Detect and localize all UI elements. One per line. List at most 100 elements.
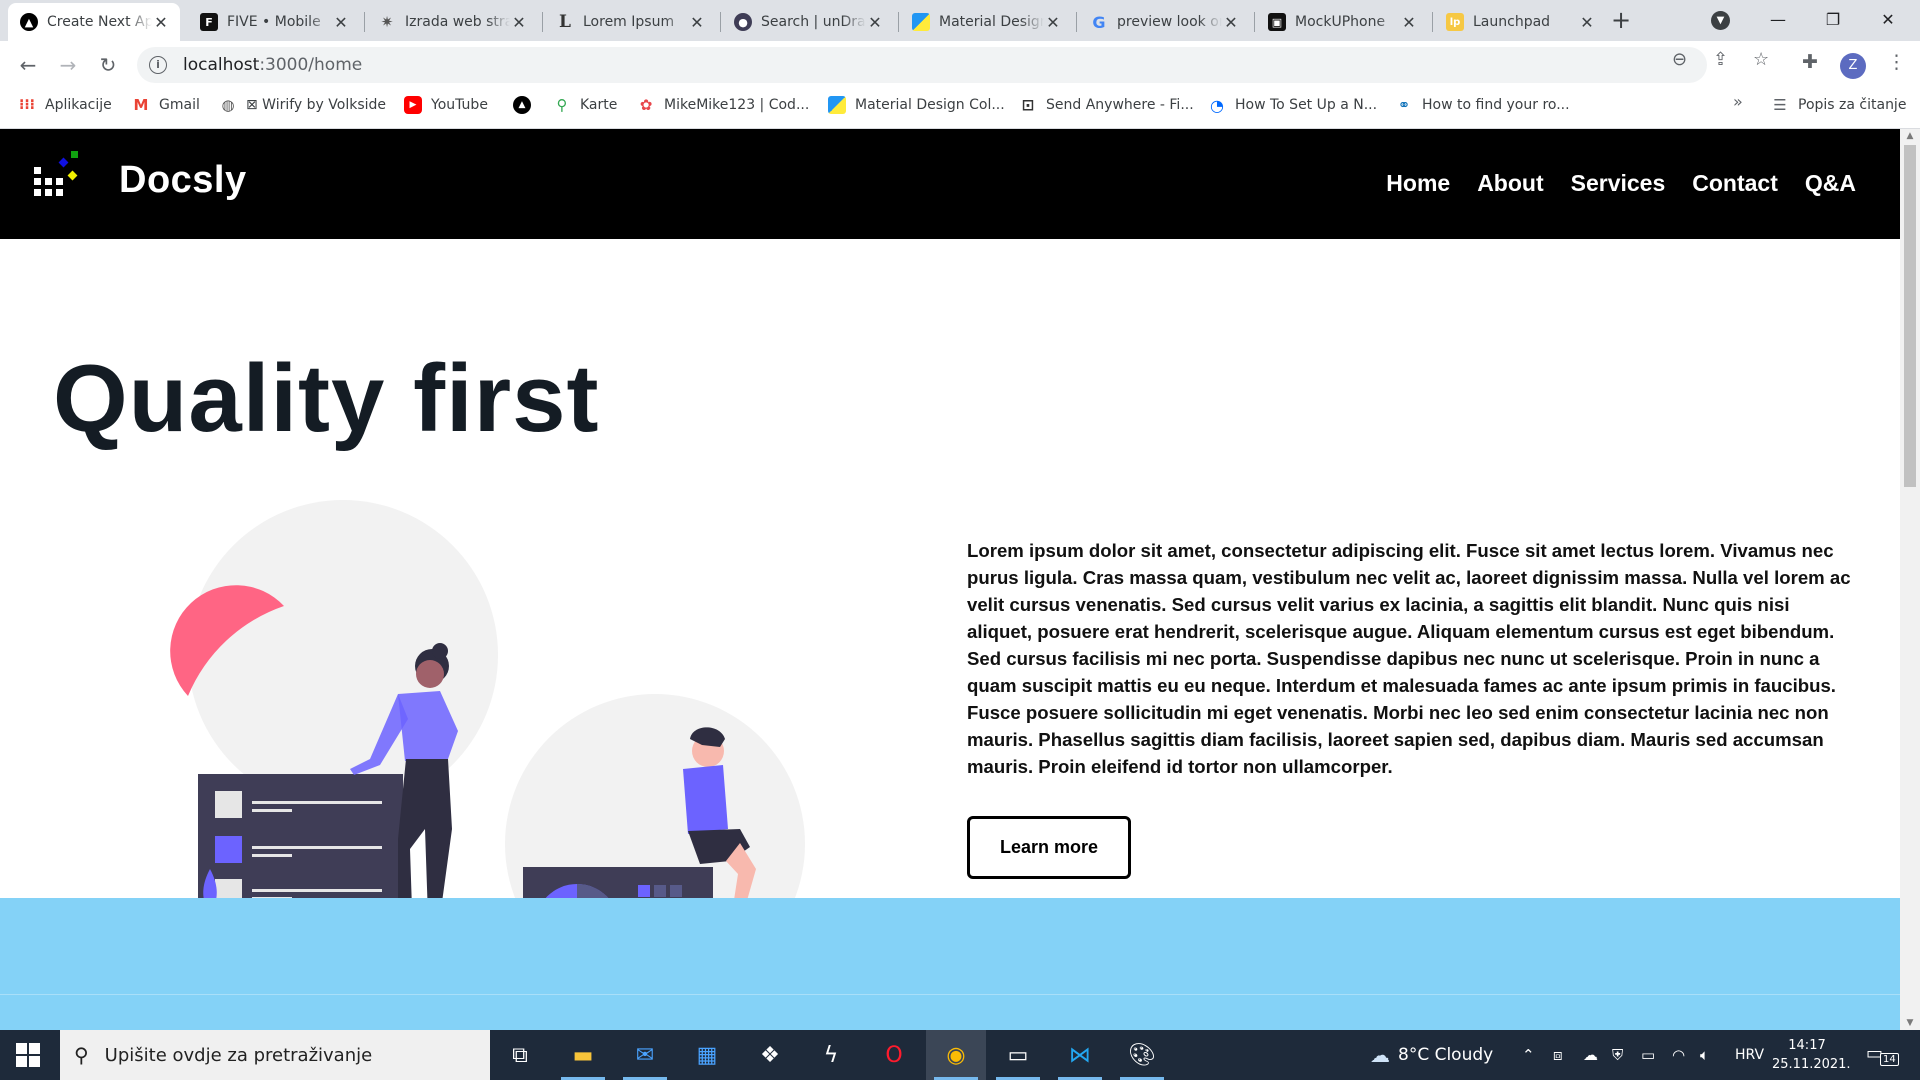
address-bar[interactable]: i localhost:3000/home [137,47,1707,83]
task-view-icon[interactable]: ⧉ [490,1030,550,1080]
close-icon[interactable]: ✕ [688,13,706,32]
window-close-icon[interactable]: ✕ [1865,6,1911,34]
nav-link-home[interactable]: Home [1386,170,1450,197]
bookmark-material-colors[interactable]: Material Design Col... [828,89,1005,121]
tab-five-mobile[interactable]: F FIVE • Mobile ✕ [188,3,360,41]
windows-start-icon[interactable] [16,1043,40,1067]
bookmark-aplikacije[interactable]: ⁝⁝⁝ Aplikacije [18,89,112,121]
battery-icon[interactable]: ▭ [1641,1030,1655,1080]
close-icon[interactable]: ✕ [1044,13,1062,32]
bookmark-karte[interactable]: ⚲ Karte [553,89,618,121]
reading-list[interactable]: ☰ Popis za čitanje [1771,89,1906,121]
mockuphone-icon: ▣ [1268,13,1286,31]
clock-date: 25.11.2021. [1772,1057,1851,1072]
volume-icon[interactable]: 🔈︎ [1700,1030,1709,1080]
tab-search-chevron-icon[interactable]: ▼ [1711,11,1730,30]
bookmark-star-icon[interactable]: ☆ [1753,49,1769,70]
taskbar-search-box[interactable]: ⚲ Upišite ovdje za pretraživanje [60,1030,490,1080]
nav-link-qa[interactable]: Q&A [1805,170,1856,197]
microsoft-store-icon[interactable]: ▦ [677,1030,737,1080]
bookmark-digitalocean[interactable]: ◔ How To Set Up a N... [1208,89,1377,121]
wifi-icon[interactable]: ◠ [1672,1030,1685,1080]
file-explorer-icon[interactable]: ▬ [553,1030,613,1080]
search-icon: ⚲ [74,1043,89,1067]
profile-avatar[interactable]: Z [1840,53,1866,79]
tab-lorem-ipsum[interactable]: L Lorem Ipsum ✕ [544,3,716,41]
learn-more-button[interactable]: Learn more [967,816,1131,879]
reload-icon[interactable]: ↻ [94,51,122,79]
language-indicator[interactable]: HRV [1735,1030,1764,1080]
bookmark-send-anywhere[interactable]: ⊡ Send Anywhere - Fi... [1019,89,1194,121]
tab-separator [1076,12,1077,32]
site-nav-links: Home About Services Contact Q&A [1386,170,1856,197]
bookmark-label: Gmail [159,97,200,113]
new-tab-plus-icon[interactable]: + [1611,6,1631,34]
docsly-logo-icon[interactable] [34,151,94,211]
gmail-icon: M [133,96,149,114]
notification-center-icon[interactable]: ▭ 14 [1866,1043,1899,1067]
dropbox-icon[interactable]: ❖ [740,1030,800,1080]
restore-icon[interactable]: ❐ [1810,6,1856,34]
menu-kebab-icon[interactable]: ⋮ [1887,51,1906,73]
clock-time: 14:17 [1788,1038,1826,1053]
tab-material-design[interactable]: Material Design ✕ [900,3,1072,41]
extensions-puzzle-icon[interactable]: ✚ [1802,51,1818,73]
opera-icon[interactable]: O [864,1030,924,1080]
close-icon[interactable]: ✕ [152,13,170,32]
meet-now-icon[interactable]: ⧈ [1553,1030,1563,1080]
zoom-icon[interactable]: ⊖ [1672,49,1687,70]
scroll-down-arrow-icon[interactable]: ▼ [1900,1018,1920,1028]
nav-link-about[interactable]: About [1477,170,1543,197]
share-icon[interactable]: ⇪ [1713,49,1728,70]
terminal-icon[interactable]: ▭ [988,1030,1048,1080]
minimize-icon[interactable]: — [1755,6,1801,34]
taskbar-clock[interactable]: 14:17 25.11.2021. [1772,1036,1851,1074]
weather-widget[interactable]: ☁ 8°C Cloudy [1370,1030,1493,1080]
bookmark-mikemike[interactable]: ✿ MikeMike123 | Cod... [637,89,810,121]
forward-arrow-icon[interactable]: → [54,51,82,79]
security-icon[interactable]: ⛨ [1612,1030,1623,1080]
chrome-icon[interactable]: ◉ [926,1030,986,1080]
tab-separator [720,12,721,32]
bookmark-nextjs[interactable]: ▲ [513,89,540,121]
tab-mockuphone[interactable]: ▣ MockUPhone ✕ [1256,3,1428,41]
tab-separator [898,12,899,32]
close-icon[interactable]: ✕ [510,13,528,32]
taskbar-search-placeholder: Upišite ovdje za pretraživanje [104,1044,373,1066]
vscode-icon[interactable]: ⋈ [1050,1030,1110,1080]
weather-text: 8°C Cloudy [1398,1045,1494,1065]
page-scrollbar[interactable]: ▲ ▼ [1900,129,1920,1030]
site-brand[interactable]: Docsly [119,159,247,202]
tab-launchpad[interactable]: lp Launchpad ✕ [1434,3,1606,41]
url-host: localhost [183,55,260,75]
lightning-app-icon[interactable]: ϟ [801,1030,861,1080]
tray-overflow-chevron-icon[interactable]: ⌃ [1522,1030,1535,1080]
nav-link-services[interactable]: Services [1571,170,1666,197]
tab-create-next-app[interactable]: ▲ Create Next App ✕ [8,3,180,41]
bookmark-label: How to find your ro... [1422,97,1570,113]
close-icon[interactable]: ✕ [1578,13,1596,32]
paint-icon[interactable]: 🎨︎ [1112,1030,1172,1080]
tab-google-search[interactable]: G preview look on ✕ [1078,3,1250,41]
scroll-up-arrow-icon[interactable]: ▲ [1900,131,1920,141]
onedrive-error-icon[interactable]: ☁ [1583,1030,1598,1080]
close-icon[interactable]: ✕ [332,13,350,32]
bookmark-router[interactable]: ⚭ How to find your ro... [1395,89,1570,121]
bookmark-label: How To Set Up a N... [1235,97,1378,113]
close-icon[interactable]: ✕ [1400,13,1418,32]
bookmarks-overflow-chevron[interactable]: » [1733,92,1743,111]
apps-grid-icon: ⁝⁝⁝ [19,97,35,113]
bookmark-youtube[interactable]: ▶ YouTube [404,89,488,121]
nav-link-contact[interactable]: Contact [1692,170,1778,197]
bookmark-wirify[interactable]: ◍ ⊠ Wirify by Volkside [219,89,386,121]
tab-undraw[interactable]: ● Search | unDraw ✕ [722,3,894,41]
bookmark-gmail[interactable]: M Gmail [132,89,200,121]
scrollbar-thumb[interactable] [1904,145,1916,487]
site-info-icon[interactable]: i [149,56,167,74]
close-icon[interactable]: ✕ [1222,13,1240,32]
close-icon[interactable]: ✕ [866,13,884,32]
mail-icon[interactable]: ✉ [615,1030,675,1080]
address-url[interactable]: localhost:3000/home [183,55,362,75]
back-arrow-icon[interactable]: ← [14,51,42,79]
tab-izrada-web[interactable]: ✷ Izrada web stranica ✕ [366,3,538,41]
